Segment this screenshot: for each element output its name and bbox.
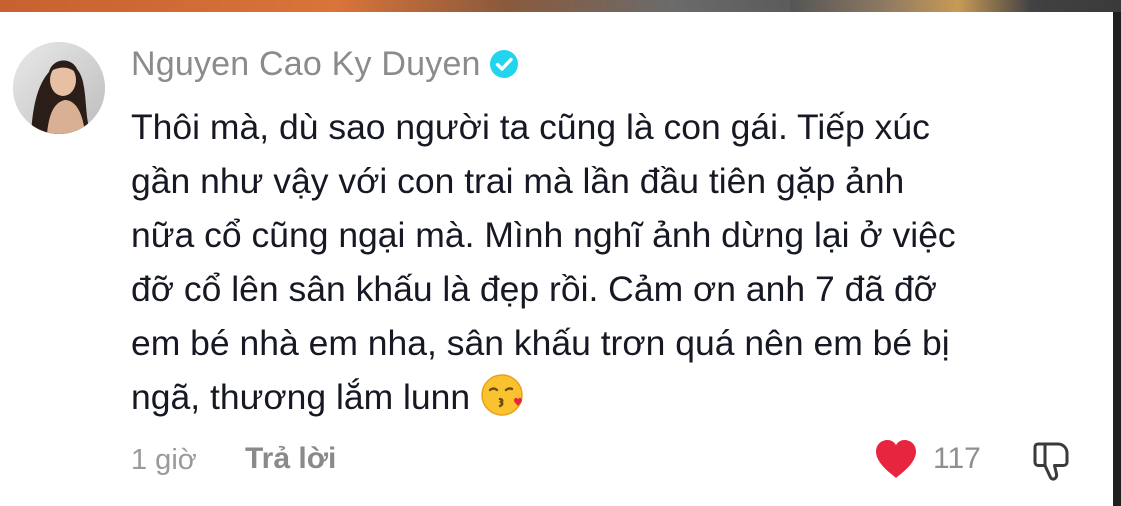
screen-edge [1113, 12, 1121, 506]
heart-icon[interactable] [873, 438, 919, 480]
comment-line: nữa cổ cũng ngại mà. Mình nghĩ ảnh dừng … [131, 215, 956, 255]
background-detail [790, 0, 1030, 12]
screenshot-page: Nguyen Cao Ky Duyen Thôi mà, dù sao ngườ… [0, 0, 1121, 506]
comment-text: Thôi mà, dù sao người ta cũng là con gái… [131, 100, 1081, 424]
video-background-strip [0, 0, 1121, 12]
comment-line: Thôi mà, dù sao người ta cũng là con gái… [131, 107, 930, 147]
comment-line: đỡ cổ lên sân khấu là đẹp rồi. Cảm ơn an… [131, 269, 937, 309]
comment-footer: 1 giờ Trả lời 117 [0, 432, 1113, 488]
comment-card: Nguyen Cao Ky Duyen Thôi mà, dù sao ngườ… [0, 12, 1113, 506]
author-row: Nguyen Cao Ky Duyen [131, 44, 519, 84]
comment-line: em bé nhà em nha, sân khấu trơn quá nên … [131, 323, 950, 363]
comment-line: gần như vậy với con trai mà lần đầu tiên… [131, 161, 905, 201]
comment-line-last: ngã, thương lắm lunn [131, 370, 1081, 424]
author-name[interactable]: Nguyen Cao Ky Duyen [131, 45, 481, 84]
reply-button[interactable]: Trả lời [245, 442, 336, 476]
verified-badge-icon [489, 50, 518, 78]
thumbs-down-icon[interactable] [1030, 438, 1076, 484]
like-button[interactable]: 117 [873, 438, 981, 480]
comment-line: ngã, thương lắm lunn [131, 377, 471, 417]
timestamp: 1 giờ [131, 444, 197, 476]
like-count: 117 [933, 442, 981, 475]
kissing-face-with-heart-emoji [481, 374, 523, 416]
avatar-image [13, 42, 105, 134]
avatar[interactable] [13, 42, 105, 134]
